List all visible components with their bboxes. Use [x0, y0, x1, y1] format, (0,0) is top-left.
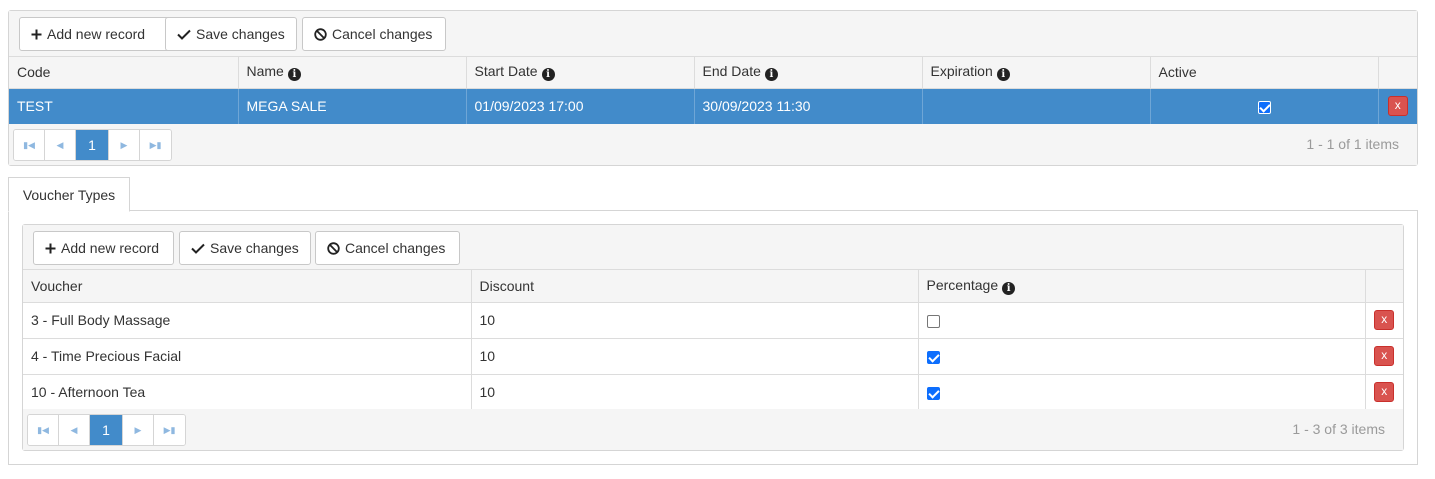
table-row[interactable]: 4 - Time Precious Facial 10 x [23, 338, 1403, 375]
delete-row-button[interactable]: x [1374, 382, 1395, 402]
add-new-record-button[interactable]: Add new record [33, 231, 174, 265]
last-page-icon[interactable]: ▶▮ [154, 415, 185, 445]
cell-actions: x [1365, 302, 1403, 339]
delete-row-button[interactable]: x [1387, 96, 1408, 116]
pager-info: 1 - 1 of 1 items [1306, 136, 1399, 152]
table-row[interactable]: 10 - Afternoon Tea 10 x [23, 374, 1403, 411]
info-icon[interactable]: i [287, 68, 301, 82]
voucher-types-table: Voucher Discount Percentage i 3 - Full Bo… [23, 270, 1403, 411]
grid-pager: ▮◀ ◀ 1 ▶ ▶▮ 1 - 3 of 3 items [23, 409, 1403, 450]
first-page-icon[interactable]: ▮◀ [28, 415, 59, 445]
plus-icon [45, 243, 56, 254]
info-icon[interactable]: i [996, 68, 1010, 82]
grid-pager: ▮◀ ◀ 1 ▶ ▶▮ 1 - 1 of 1 items [9, 124, 1417, 165]
cancel-changes-label: Cancel changes [332, 26, 433, 42]
column-header-end-date[interactable]: End Date i [694, 57, 923, 89]
add-new-record-label: Add new record [61, 240, 160, 256]
next-page-icon[interactable]: ▶ [109, 130, 140, 160]
percentage-checkbox[interactable] [926, 314, 940, 328]
tab-voucher-types[interactable]: Voucher Types [8, 177, 130, 212]
info-icon[interactable]: i [541, 68, 555, 82]
cell-name[interactable]: MEGA SALE [238, 88, 467, 125]
cell-code[interactable]: TEST [9, 88, 239, 125]
voucher-types-grid: Add new record Save changes Cancel chang… [22, 224, 1404, 451]
cell-actions: x [1365, 338, 1403, 375]
cell-active[interactable] [1150, 88, 1379, 125]
percentage-checkbox[interactable] [926, 386, 940, 400]
column-header-name[interactable]: Name i [238, 57, 467, 89]
pager-buttons: ▮◀ ◀ 1 ▶ ▶▮ [27, 414, 186, 446]
column-header-expiration[interactable]: Expiration i [922, 57, 1151, 89]
cell-voucher[interactable]: 10 - Afternoon Tea [23, 374, 472, 411]
column-header-discount[interactable]: Discount [471, 270, 919, 303]
active-checkbox[interactable] [1257, 100, 1271, 114]
delete-row-button[interactable]: x [1374, 346, 1395, 366]
column-header-code[interactable]: Code [9, 57, 239, 89]
save-changes-label: Save changes [210, 240, 299, 256]
first-page-icon[interactable]: ▮◀ [14, 130, 45, 160]
table-row[interactable]: TEST MEGA SALE 01/09/2023 17:00 30/09/20… [9, 88, 1417, 125]
column-header-voucher[interactable]: Voucher [23, 270, 472, 303]
cell-discount[interactable]: 10 [471, 374, 919, 411]
cell-percentage[interactable] [918, 338, 1366, 375]
check-icon [191, 243, 205, 254]
add-new-record-label: Add new record [47, 26, 146, 42]
column-header-actions [1378, 57, 1417, 89]
pager-info: 1 - 3 of 3 items [1292, 421, 1385, 437]
page-number-current[interactable]: 1 [90, 415, 123, 445]
next-page-icon[interactable]: ▶ [123, 415, 154, 445]
grid-toolbar: Add new record Save changes Cancel chang… [9, 11, 1417, 57]
pager-buttons: ▮◀ ◀ 1 ▶ ▶▮ [13, 129, 172, 161]
prev-page-icon[interactable]: ◀ [59, 415, 90, 445]
cell-end-date[interactable]: 30/09/2023 11:30 [694, 88, 923, 125]
percentage-checkbox[interactable] [926, 350, 940, 364]
save-changes-button[interactable]: Save changes [165, 17, 297, 51]
last-page-icon[interactable]: ▶▮ [140, 130, 171, 160]
promotions-table: Code Name i Start Date i End Date i Expirat… [9, 57, 1417, 125]
plus-icon [31, 29, 42, 40]
info-icon[interactable]: i [764, 68, 778, 82]
cancel-changes-button[interactable]: Cancel changes [315, 231, 460, 265]
delete-row-button[interactable]: x [1374, 310, 1395, 330]
cell-percentage[interactable] [918, 374, 1366, 411]
column-header-start-date[interactable]: Start Date i [466, 57, 695, 89]
column-header-active[interactable]: Active [1150, 57, 1379, 89]
column-header-percentage[interactable]: Percentage i [918, 270, 1366, 303]
add-new-record-button[interactable]: Add new record [19, 17, 170, 51]
cell-actions: x [1378, 88, 1417, 125]
cancel-changes-label: Cancel changes [345, 240, 446, 256]
ban-icon [314, 27, 327, 41]
cell-expiration[interactable] [922, 88, 1151, 125]
cell-start-date[interactable]: 01/09/2023 17:00 [466, 88, 695, 125]
cell-actions: x [1365, 374, 1403, 411]
save-changes-button[interactable]: Save changes [179, 231, 311, 265]
table-row[interactable]: 3 - Full Body Massage 10 x [23, 302, 1403, 339]
info-icon[interactable]: i [1002, 281, 1016, 295]
prev-page-icon[interactable]: ◀ [45, 130, 76, 160]
cell-voucher[interactable]: 4 - Time Precious Facial [23, 338, 472, 375]
cell-percentage[interactable] [918, 302, 1366, 339]
ban-icon [327, 241, 340, 255]
column-header-actions [1365, 270, 1403, 303]
cell-voucher[interactable]: 3 - Full Body Massage [23, 302, 472, 339]
grid-toolbar: Add new record Save changes Cancel chang… [23, 225, 1403, 270]
cell-discount[interactable]: 10 [471, 338, 919, 375]
check-icon [177, 29, 191, 40]
page-number-current[interactable]: 1 [76, 130, 109, 160]
cancel-changes-button[interactable]: Cancel changes [302, 17, 446, 51]
save-changes-label: Save changes [196, 26, 285, 42]
cell-discount[interactable]: 10 [471, 302, 919, 339]
promotions-grid: Add new record Save changes Cancel chang… [8, 10, 1418, 166]
